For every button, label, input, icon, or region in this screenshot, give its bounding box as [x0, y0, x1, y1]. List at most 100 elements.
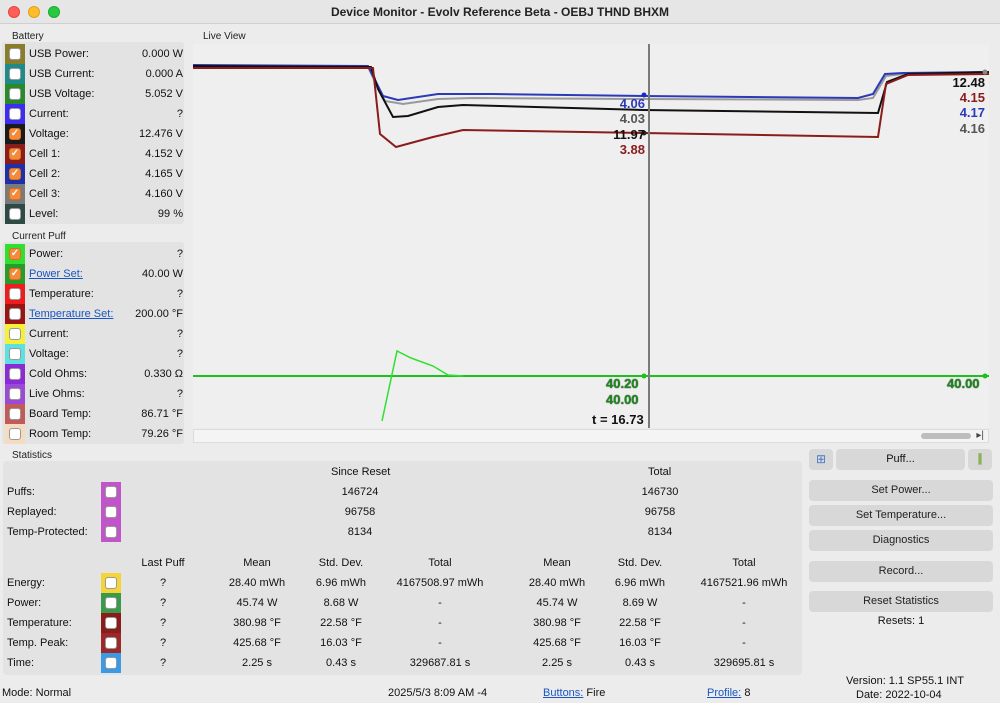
series-color-swatch[interactable]: ✓ — [5, 244, 25, 264]
stat-cell: - — [438, 597, 442, 609]
checkbox-unchecked[interactable] — [9, 48, 21, 60]
series-color-swatch[interactable] — [5, 344, 25, 364]
series-color-swatch[interactable] — [5, 384, 25, 404]
battery-value: 5.052 V — [145, 88, 183, 100]
checkbox-checked[interactable]: ✓ — [9, 148, 21, 160]
stat-color-swatch[interactable] — [101, 593, 121, 613]
profile-link[interactable]: Profile: — [707, 687, 741, 699]
series-color-swatch[interactable] — [5, 84, 25, 104]
checkbox-unchecked[interactable] — [9, 348, 21, 360]
current_puff-row: Board Temp: 86.71 °F — [5, 404, 185, 424]
checkbox-checked[interactable]: ✓ — [9, 168, 21, 180]
stat-color-swatch[interactable] — [101, 633, 121, 653]
resets-count: Resets: 1 — [877, 615, 925, 627]
checkbox-checked[interactable]: ✓ — [9, 248, 21, 260]
reset-statistics-button[interactable]: Reset Statistics — [809, 591, 993, 612]
checkbox-unchecked[interactable] — [9, 308, 21, 320]
checkbox-checked[interactable]: ✓ — [9, 128, 21, 140]
checkbox-unchecked[interactable] — [9, 68, 21, 80]
current_puff-value: ? — [176, 328, 183, 340]
checkbox-unchecked[interactable] — [105, 506, 117, 518]
series-color-swatch[interactable] — [5, 204, 25, 224]
checkbox-checked[interactable]: ✓ — [9, 268, 21, 280]
series-color-swatch[interactable] — [5, 64, 25, 84]
series-color-swatch[interactable]: ✓ — [5, 144, 25, 164]
series-color-swatch[interactable] — [5, 364, 25, 384]
battery-value: 0.000 W — [142, 48, 183, 60]
checkbox-unchecked[interactable] — [9, 288, 21, 300]
checkbox-unchecked[interactable] — [105, 486, 117, 498]
checkbox-unchecked[interactable] — [105, 617, 117, 629]
checkbox-unchecked[interactable] — [9, 388, 21, 400]
series-color-swatch[interactable] — [5, 44, 25, 64]
live-view-svg — [192, 44, 990, 428]
stat-cell: ? — [159, 597, 167, 609]
battery-row: Level: 99 % — [5, 204, 185, 224]
live-view-scrollbar[interactable]: ▸| — [193, 429, 989, 443]
current_puff-label[interactable]: Power Set: — [29, 268, 83, 280]
checkbox-unchecked[interactable] — [9, 208, 21, 220]
diagnostics-button[interactable]: Diagnostics — [809, 530, 993, 551]
series-color-swatch[interactable] — [5, 404, 25, 424]
stat-color-swatch[interactable] — [101, 522, 121, 542]
checkbox-unchecked[interactable] — [9, 88, 21, 100]
series-color-swatch[interactable]: ✓ — [5, 164, 25, 184]
current_puff-value: 0.330 Ω — [144, 368, 183, 380]
series-color-swatch[interactable]: ✓ — [5, 264, 25, 284]
current_puff-label: Power: — [29, 248, 64, 260]
live-view-chart[interactable]: 4.06 4.03 11.97 3.88 12.48 4.15 4.17 4.16 40.2… — [192, 44, 990, 428]
current-puff-group-label: Current Puff — [12, 231, 66, 242]
current_puff-value: ? — [176, 388, 183, 400]
current_puff-label[interactable]: Temperature Set: — [29, 308, 113, 320]
stat-cell: 329687.81 s — [409, 657, 471, 669]
series-color-swatch[interactable]: ✓ — [5, 124, 25, 144]
stat-cell: 8.68 W — [323, 597, 359, 609]
buttons-link[interactable]: Buttons: — [543, 687, 583, 699]
record-button[interactable]: Record... — [809, 561, 993, 582]
scroll-to-end-icon[interactable]: ▸| — [976, 430, 984, 441]
checkbox-unchecked[interactable] — [105, 526, 117, 538]
series-color-swatch[interactable]: ✓ — [5, 184, 25, 204]
stat-cell: 22.58 °F — [320, 617, 362, 629]
stat-color-swatch[interactable] — [101, 502, 121, 522]
checkbox-unchecked[interactable] — [105, 577, 117, 589]
series-color-swatch[interactable] — [5, 284, 25, 304]
cursor-power-set-label: 40.00 — [606, 392, 639, 407]
stat-since-reset-value: 146724 — [341, 486, 379, 498]
title-bar: Device Monitor - Evolv Reference Beta - … — [0, 0, 1000, 24]
pin-button[interactable]: ⊞ — [809, 449, 833, 470]
current_puff-row: Current:? — [5, 324, 185, 344]
stat-cell: 16.03 °F — [320, 637, 362, 649]
stat-cell: 22.58 °F — [619, 617, 661, 629]
checkbox-unchecked[interactable] — [9, 368, 21, 380]
checkbox-unchecked[interactable] — [9, 408, 21, 420]
checkbox-unchecked[interactable] — [105, 597, 117, 609]
battery-label: Cell 2: — [29, 168, 61, 180]
checkbox-checked[interactable]: ✓ — [9, 188, 21, 200]
puff-button[interactable]: Puff... — [836, 449, 965, 470]
series-color-swatch[interactable] — [5, 104, 25, 124]
series-color-swatch[interactable] — [5, 424, 25, 444]
series-color-swatch[interactable] — [5, 304, 25, 324]
battery-label: Level: — [29, 208, 59, 220]
cursor-value-label: 11.97 — [613, 127, 645, 142]
stat-color-swatch[interactable] — [101, 613, 121, 633]
stat-color-swatch[interactable] — [101, 482, 121, 502]
stat-color-swatch[interactable] — [101, 653, 121, 673]
checkbox-unchecked[interactable] — [105, 657, 117, 669]
checkbox-unchecked[interactable] — [9, 108, 21, 120]
scrollbar-thumb[interactable] — [921, 433, 971, 439]
checkbox-unchecked[interactable] — [105, 637, 117, 649]
set-power-button[interactable]: Set Power... — [809, 480, 993, 501]
current_puff-row: Live Ohms:? — [5, 384, 185, 404]
series-color-swatch[interactable] — [5, 324, 25, 344]
right-value-label: 4.15 — [959, 90, 985, 105]
pin-icon: ⊞ — [815, 452, 827, 466]
checkbox-unchecked[interactable] — [9, 428, 21, 440]
checkbox-unchecked[interactable] — [9, 328, 21, 340]
stat-cell: 2.25 s — [542, 657, 572, 669]
set-temperature-button[interactable]: Set Temperature... — [809, 505, 993, 526]
stat-color-swatch[interactable] — [101, 573, 121, 593]
current_puff-row: Temperature Set: 200.00 °F — [5, 304, 185, 324]
pause-button[interactable]: ∥ — [968, 449, 992, 470]
